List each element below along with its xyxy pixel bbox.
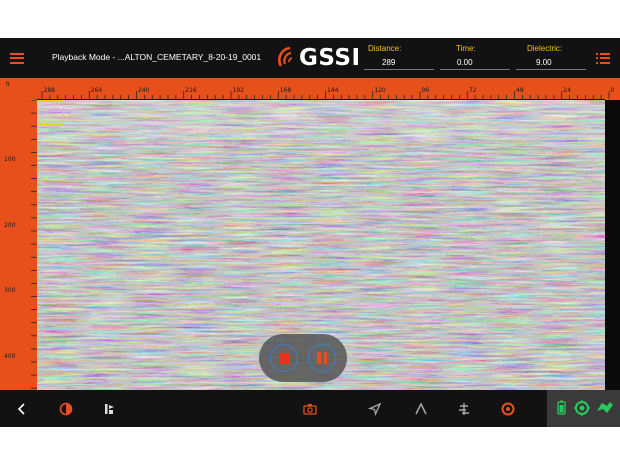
distance-divider (364, 69, 434, 70)
distance-tick-label: 216 (185, 87, 197, 94)
depth-tick-label: 100 (4, 156, 16, 163)
camera-button[interactable] (295, 390, 325, 427)
time-label: Time: (456, 44, 476, 53)
distance-value: 289 (382, 58, 396, 67)
battery-icon (557, 400, 566, 415)
depth-tick-label: 300 (4, 287, 16, 294)
gps-arrow-icon (368, 402, 382, 416)
target-button[interactable] (493, 390, 523, 427)
playback-mode-title: Playback Mode - ...ALTON_CEMETARY_8-20-1… (52, 52, 262, 62)
peak-button[interactable] (406, 390, 436, 427)
logo-wordmark: GSSI (299, 45, 361, 71)
top-bar: Playback Mode - ...ALTON_CEMETARY_8-20-1… (0, 38, 620, 78)
contrast-button[interactable] (51, 390, 81, 427)
distance-tick-label: 96 (421, 87, 430, 94)
back-icon (17, 402, 25, 415)
main-menu-button[interactable] (0, 38, 34, 78)
depth-ruler-ticks (31, 100, 37, 389)
filter-button[interactable] (449, 390, 479, 427)
distance-ruler: ft 288 264 240 216 192 168 144 120 96 72 48 24 0 (0, 78, 620, 100)
settings-list-button[interactable] (586, 38, 620, 78)
profile-edge (605, 100, 620, 390)
distance-label: Distance: (368, 44, 402, 53)
depth-tick-label: 400 (4, 352, 16, 360)
time-value: 0.00 (457, 58, 473, 67)
device-status-panel (547, 390, 620, 427)
peak-icon (415, 401, 427, 414)
dielectric-readout: Dielectric: 9.00 (527, 44, 563, 67)
distance-tick-label: 192 (232, 87, 244, 94)
distance-tick-label: 264 (90, 87, 103, 94)
time-divider (440, 69, 510, 70)
filter-icon (459, 402, 469, 415)
camera-icon (303, 403, 317, 415)
dielectric-value: 9.00 (536, 58, 552, 67)
distance-tick-label: 24 (563, 87, 571, 94)
stop-icon (278, 352, 290, 364)
bottom-toolbar (0, 390, 620, 427)
contrast-icon (59, 402, 73, 415)
depth-ruler: 100 200 300 400 (0, 100, 37, 390)
mark-button[interactable] (95, 390, 125, 427)
gps-button[interactable] (360, 390, 390, 427)
distance-tick-label: 288 (43, 87, 55, 94)
time-readout: Time: 0.00 (456, 44, 476, 67)
zoom-window-marker[interactable] (37, 100, 64, 125)
depth-tick-label: 200 (4, 221, 16, 229)
target-icon (501, 402, 515, 415)
gps-status-icon (574, 400, 590, 416)
gssi-logo: GSSI (277, 42, 361, 74)
distance-readout: Distance: 289 (368, 44, 402, 67)
distance-tick-label: 144 (327, 87, 339, 94)
distance-tick-label: 72 (468, 87, 477, 94)
pause-button[interactable] (308, 344, 336, 372)
dielectric-label: Dielectric: (527, 44, 563, 53)
hamburger-icon (10, 52, 24, 64)
stop-button[interactable] (270, 344, 298, 372)
playback-controls (259, 334, 347, 382)
list-menu-icon (596, 52, 610, 64)
distance-tick-label: 0 (610, 87, 615, 94)
distance-tick-label: 48 (516, 87, 524, 94)
flag-marker-icon (105, 403, 114, 414)
dielectric-divider (516, 69, 586, 70)
distance-tick-label: 168 (279, 87, 292, 94)
link-status-icon (597, 402, 613, 413)
distance-tick-label: 120 (374, 87, 386, 94)
back-button[interactable] (7, 390, 37, 427)
device-status-icons (557, 400, 613, 416)
pause-icon (317, 352, 327, 364)
distance-tick-label: 240 (138, 87, 150, 94)
